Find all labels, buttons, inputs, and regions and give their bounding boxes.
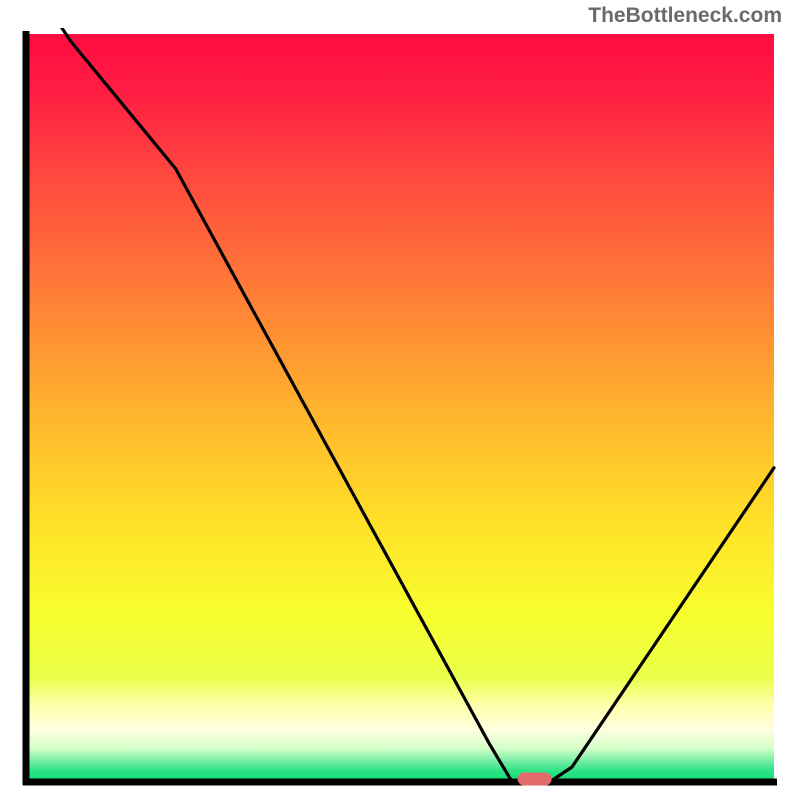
- optimal-marker: [518, 773, 552, 786]
- chart-container: TheBottleneck.com: [0, 0, 800, 800]
- chart-background: [26, 34, 774, 782]
- chart-plot: [20, 28, 780, 788]
- watermark-text: TheBottleneck.com: [588, 4, 782, 28]
- chart-svg: [20, 28, 780, 788]
